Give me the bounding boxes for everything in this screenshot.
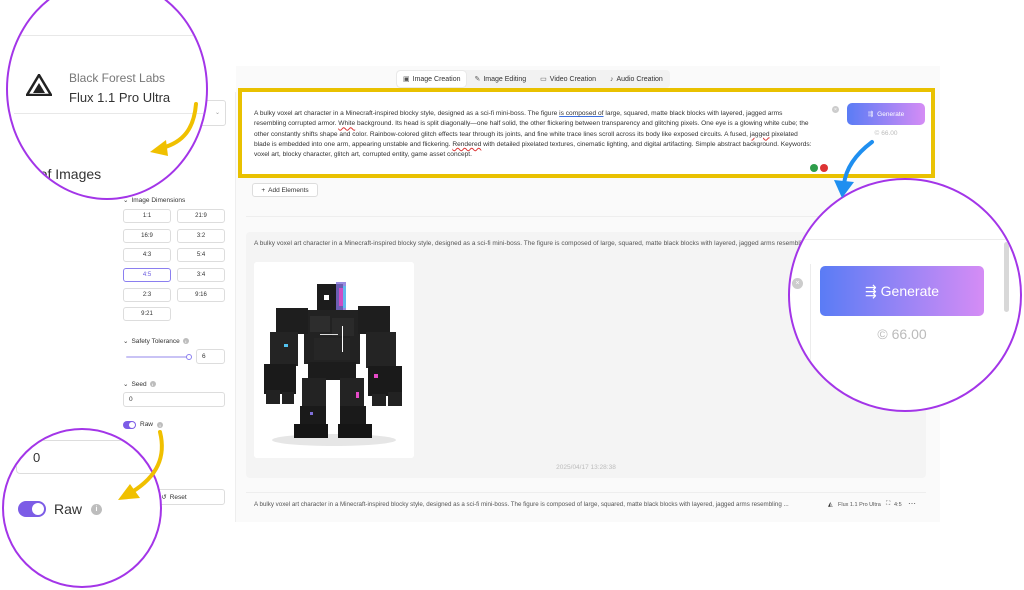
yellow-arrow-top [160, 102, 198, 150]
screenshot-stage: ▣ Image Creation ✎ Image Editing ▭ Video Cr… [0, 0, 1024, 590]
yellow-arrow-bottom-head [118, 484, 140, 500]
callout-arrows [118, 102, 874, 500]
blue-arrow-head [834, 180, 854, 198]
yellow-arrow-bottom [130, 430, 164, 494]
blue-arrow [842, 140, 874, 186]
yellow-arrow-top-head [150, 140, 168, 156]
